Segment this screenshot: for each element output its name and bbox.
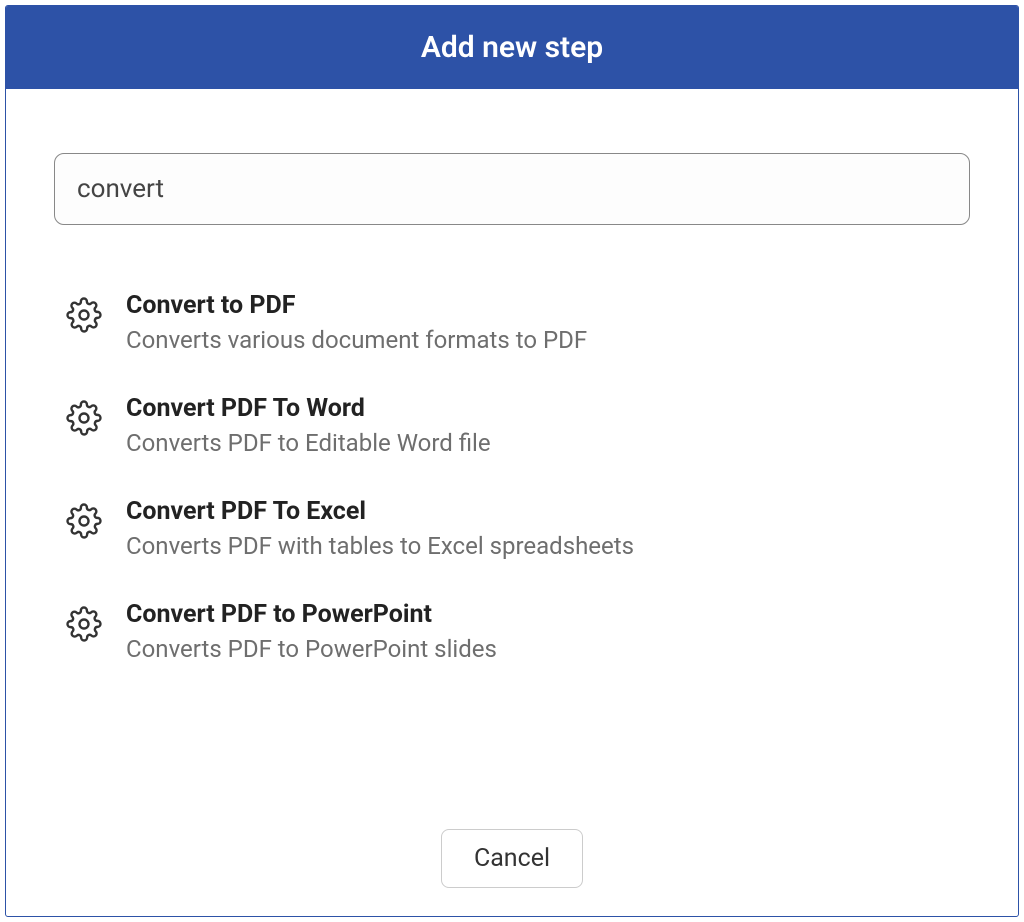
result-title: Convert PDF To Word: [126, 394, 950, 423]
gear-icon: [66, 503, 102, 539]
result-title: Convert PDF to PowerPoint: [126, 600, 950, 629]
result-title: Convert to PDF: [126, 291, 950, 320]
result-item[interactable]: Convert PDF To Excel Converts PDF with t…: [54, 479, 962, 582]
dialog-body: Convert to PDF Converts various document…: [6, 89, 1018, 811]
result-text: Convert PDF To Word Converts PDF to Edit…: [126, 394, 950, 457]
search-input[interactable]: [54, 153, 970, 225]
gear-icon: [66, 400, 102, 436]
gear-icon: [66, 297, 102, 333]
result-description: Converts various document formats to PDF: [126, 326, 950, 354]
result-item[interactable]: Convert to PDF Converts various document…: [54, 273, 962, 376]
result-text: Convert PDF to PowerPoint Converts PDF t…: [126, 600, 950, 663]
cancel-button[interactable]: Cancel: [441, 829, 583, 888]
result-text: Convert to PDF Converts various document…: [126, 291, 950, 354]
result-description: Converts PDF with tables to Excel spread…: [126, 532, 950, 560]
result-item[interactable]: Convert PDF to PowerPoint Converts PDF t…: [54, 582, 962, 685]
result-description: Converts PDF to PowerPoint slides: [126, 635, 950, 663]
add-step-dialog: Add new step Convert to PDF Converts var…: [5, 5, 1019, 917]
dialog-title: Add new step: [6, 6, 1018, 89]
result-text: Convert PDF To Excel Converts PDF with t…: [126, 497, 950, 560]
results-list[interactable]: Convert to PDF Converts various document…: [54, 273, 970, 787]
result-title: Convert PDF To Excel: [126, 497, 950, 526]
dialog-footer: Cancel: [6, 811, 1018, 916]
result-item[interactable]: Convert PDF To Word Converts PDF to Edit…: [54, 376, 962, 479]
gear-icon: [66, 606, 102, 642]
result-description: Converts PDF to Editable Word file: [126, 429, 950, 457]
